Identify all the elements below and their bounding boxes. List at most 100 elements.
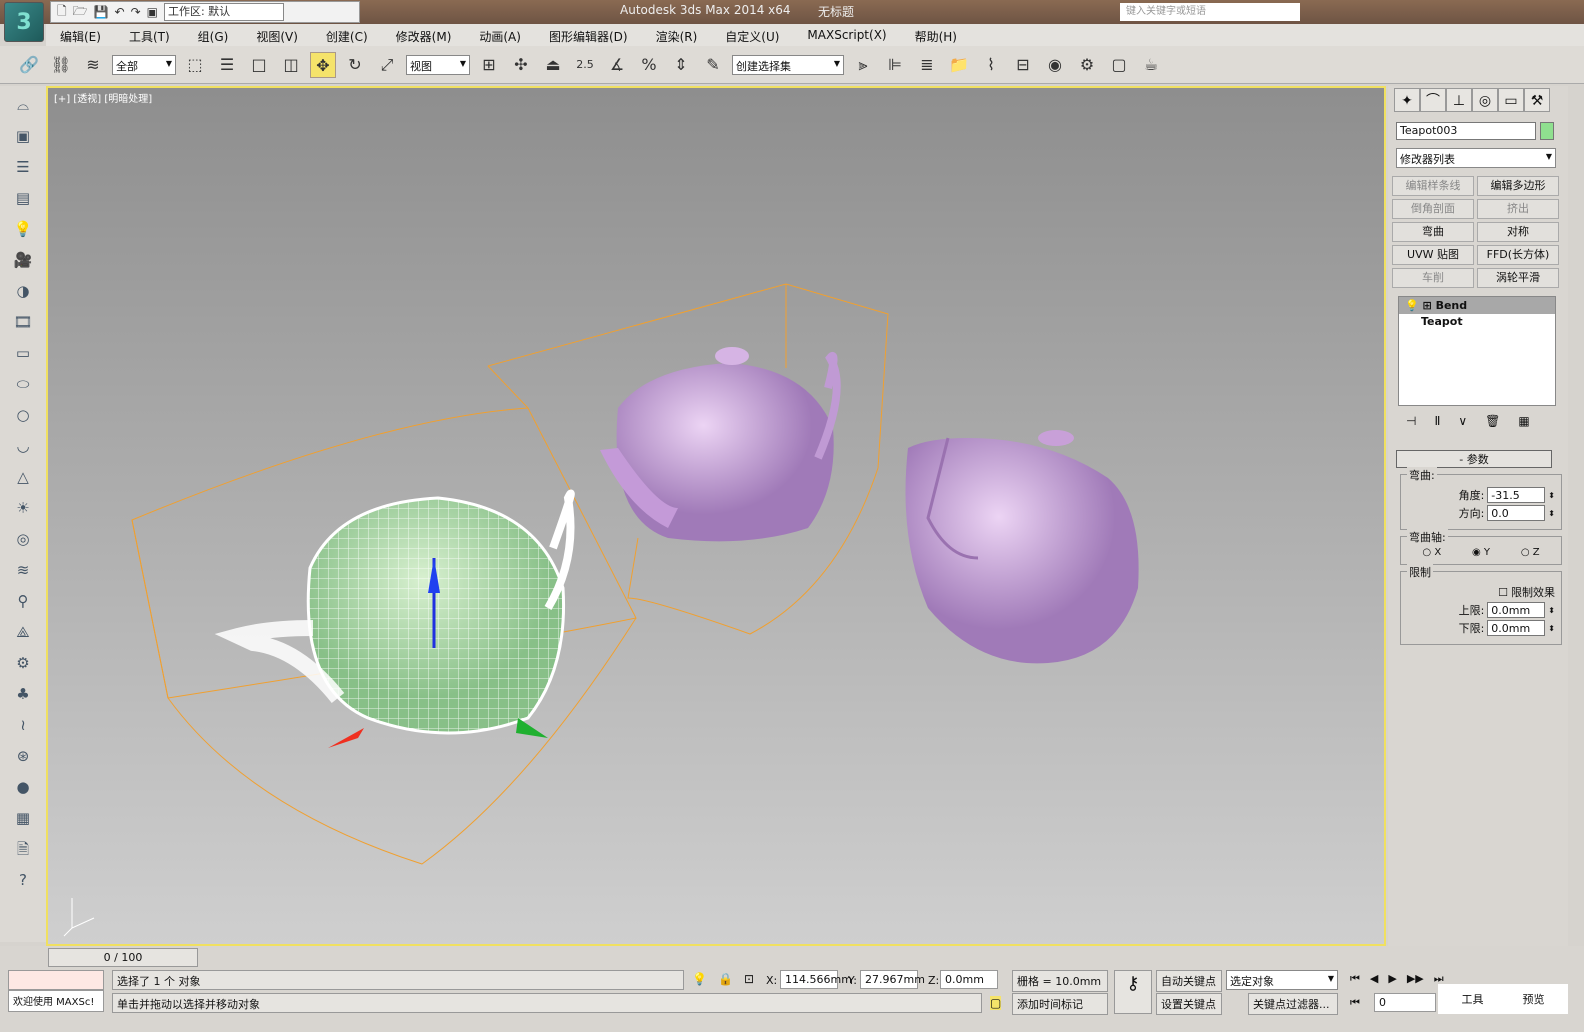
add-time-tag-button[interactable]: 添加时间标记: [1012, 993, 1108, 1015]
tools-menu[interactable]: 工具: [1462, 991, 1484, 1007]
y-coord-input[interactable]: 27.967mm: [860, 970, 925, 989]
direction-spinner[interactable]: ⬍: [1548, 509, 1555, 518]
bind-spacewarp-icon[interactable]: ≋: [80, 52, 106, 78]
film-icon[interactable]: 🎞: [10, 311, 36, 334]
select-icon[interactable]: ⬚: [182, 52, 208, 78]
light-icon[interactable]: 💡: [10, 218, 36, 241]
edit-named-selection-icon[interactable]: ✎: [700, 52, 726, 78]
render-setup-icon[interactable]: ⚙: [1074, 52, 1100, 78]
reference-coord-dropdown[interactable]: 视图: [406, 54, 470, 75]
menu-item[interactable]: 工具(T): [115, 24, 184, 46]
layer-icon[interactable]: ≣: [914, 52, 940, 78]
menu-item[interactable]: 创建(C): [312, 24, 382, 46]
snap-toggle[interactable]: 2.5: [572, 52, 598, 78]
selection-filter-dropdown[interactable]: 全部: [112, 54, 176, 75]
named-selection-dropdown[interactable]: 创建选择集: [732, 54, 844, 75]
pivot-icon[interactable]: ⊞: [476, 52, 502, 78]
angle-snap-icon[interactable]: ∡: [604, 52, 630, 78]
sphere-half-icon[interactable]: ◑: [10, 280, 36, 303]
modifier-button[interactable]: 涡轮平滑: [1477, 268, 1559, 288]
gear-icon[interactable]: ⚙: [10, 652, 36, 675]
list-icon[interactable]: ☰: [10, 156, 36, 179]
manipulate-icon[interactable]: ✣: [508, 52, 534, 78]
modifier-button[interactable]: 对称: [1477, 222, 1559, 242]
prev-frame-icon[interactable]: ◀: [1370, 972, 1378, 986]
stack-item-bend[interactable]: 💡 ⊞ Bend: [1399, 297, 1555, 314]
help-icon[interactable]: ?: [10, 869, 36, 892]
globe-icon[interactable]: ⊛: [10, 745, 36, 768]
percent-snap-icon[interactable]: %: [636, 52, 662, 78]
maxscript-listener[interactable]: [8, 970, 104, 990]
capsule-icon[interactable]: ⚲: [10, 590, 36, 613]
x-coord-input[interactable]: 114.566mm: [780, 970, 852, 989]
current-frame-input[interactable]: 0: [1374, 993, 1436, 1012]
perspective-viewport[interactable]: [+] [透视] [明暗处理]: [46, 86, 1386, 946]
project-icon[interactable]: ▣: [147, 5, 158, 19]
circle-icon[interactable]: ○: [10, 404, 36, 427]
modify-tab-icon[interactable]: ⌒: [1420, 88, 1446, 112]
keyboard-shortcut-icon[interactable]: ⏏: [540, 52, 566, 78]
menu-item[interactable]: 编辑(E): [46, 24, 115, 46]
isolate-icon[interactable]: 💡: [692, 972, 707, 986]
menu-item[interactable]: 渲染(R): [642, 24, 712, 46]
rotate-icon[interactable]: ↻: [342, 52, 368, 78]
bowl-icon[interactable]: ◡: [10, 435, 36, 458]
scale-icon[interactable]: ⤢: [374, 52, 400, 78]
params-rollout-header[interactable]: - 参数: [1396, 450, 1552, 468]
render-icon[interactable]: ☕: [1138, 52, 1164, 78]
rect-region-icon[interactable]: □: [246, 52, 272, 78]
material-editor-icon[interactable]: ◉: [1042, 52, 1068, 78]
key-mode-dropdown[interactable]: 选定对象: [1226, 970, 1338, 990]
auto-key-button[interactable]: 自动关键点: [1156, 970, 1222, 992]
menu-item[interactable]: 视图(V): [242, 24, 312, 46]
limit-effect-checkbox[interactable]: ☐: [1498, 586, 1508, 599]
undo-icon[interactable]: ↶: [115, 5, 125, 19]
teapot-icon[interactable]: ⌓: [10, 94, 36, 117]
lower-limit-input[interactable]: 0.0mm: [1487, 620, 1546, 636]
ellipse-icon[interactable]: ⬭: [10, 373, 36, 396]
create-tab-icon[interactable]: ✦: [1394, 88, 1420, 112]
doc-icon[interactable]: 🗎: [10, 838, 36, 861]
show-end-result-icon[interactable]: Ⅱ: [1434, 414, 1440, 428]
time-slider[interactable]: 0 / 100: [48, 948, 198, 967]
modifier-button[interactable]: UVW 贴图: [1392, 245, 1474, 265]
scene-explorer-icon[interactable]: 📁: [946, 52, 972, 78]
utilities-tab-icon[interactable]: ⚒: [1524, 88, 1550, 112]
align-icon[interactable]: ⊫: [882, 52, 908, 78]
disc-icon[interactable]: ◎: [10, 528, 36, 551]
unlink-icon[interactable]: ⛓: [48, 52, 74, 78]
hair-icon[interactable]: ≀: [10, 714, 36, 737]
ribbon-icon[interactable]: ≋: [10, 559, 36, 582]
pyramid-icon[interactable]: ⟁: [10, 621, 36, 644]
workspace-dropdown[interactable]: 工作区: 默认: [163, 3, 284, 21]
spinner-snap-icon[interactable]: ⇕: [668, 52, 694, 78]
direction-input[interactable]: 0.0: [1487, 505, 1546, 521]
move-icon[interactable]: ✥: [310, 51, 336, 78]
modifier-button[interactable]: 编辑样条线: [1392, 176, 1474, 196]
time-tag-icon[interactable]: ▢: [990, 996, 1002, 1010]
go-to-start-icon[interactable]: ⏮: [1350, 972, 1360, 986]
make-unique-icon[interactable]: ∨: [1458, 414, 1467, 428]
modifier-button[interactable]: 车削: [1392, 268, 1474, 288]
sun-icon[interactable]: ☀: [10, 497, 36, 520]
absolute-mode-icon[interactable]: ⊡: [744, 972, 754, 986]
app-logo-button[interactable]: 3: [4, 2, 44, 42]
menu-item[interactable]: MAXScript(X): [793, 24, 900, 46]
modifier-button[interactable]: FFD(长方体): [1477, 245, 1559, 265]
render-frame-icon[interactable]: ▢: [1106, 52, 1132, 78]
select-by-name-icon[interactable]: ☰: [214, 52, 240, 78]
curve-editor-icon[interactable]: ⌇: [978, 52, 1004, 78]
open-icon[interactable]: 🗁: [73, 2, 88, 23]
upper-limit-input[interactable]: 0.0mm: [1487, 602, 1546, 618]
link-icon[interactable]: 🔗: [16, 52, 42, 78]
plant-icon[interactable]: ♣: [10, 683, 36, 706]
next-frame-icon[interactable]: ▶▶: [1407, 972, 1424, 986]
grid-list-icon[interactable]: ▤: [10, 187, 36, 210]
axis-x-radio[interactable]: ○ X: [1422, 547, 1441, 558]
display-tab-icon[interactable]: ▭: [1498, 88, 1524, 112]
play-icon[interactable]: ▶: [1388, 972, 1396, 986]
modifier-button[interactable]: 倒角剖面: [1392, 199, 1474, 219]
angle-input[interactable]: -31.5: [1487, 487, 1546, 503]
search-input[interactable]: 键入关键字或短语: [1120, 3, 1300, 21]
axis-y-radio[interactable]: ◉ Y: [1472, 547, 1490, 558]
